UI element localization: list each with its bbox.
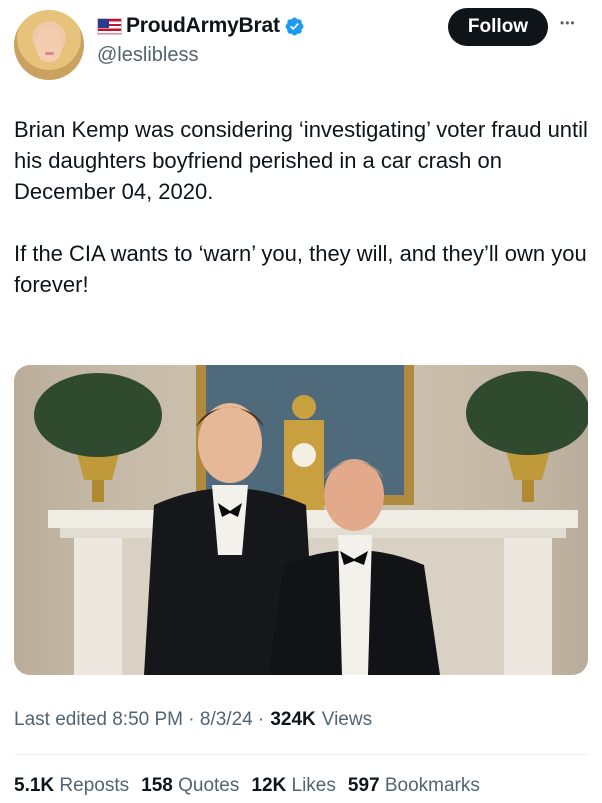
follow-button[interactable]: Follow — [448, 8, 548, 46]
reposts-label: Reposts — [59, 775, 130, 796]
bookmarks-label: Bookmarks — [384, 775, 480, 796]
bookmarks-stat[interactable]: 597 Bookmarks — [348, 775, 480, 797]
tweet-paragraph: Brian Kemp was considering ‘investigatin… — [14, 117, 588, 204]
reposts-count: 5.1K — [14, 775, 55, 796]
author-display-name[interactable]: ProudArmyBrat — [126, 14, 280, 38]
quotes-label: Quotes — [178, 775, 240, 796]
views-label: Views — [321, 709, 373, 730]
author-handle[interactable]: @leslibless — [97, 44, 198, 67]
edited-timestamp[interactable]: Last edited 8:50 PM · 8/3/24 · — [14, 709, 264, 731]
likes-count: 12K — [251, 775, 287, 796]
quotes-stat[interactable]: 158 Quotes — [141, 775, 239, 797]
quotes-count: 158 — [141, 775, 173, 796]
photo-illustration — [14, 365, 588, 675]
tweet-paragraph: If the CIA wants to ‘warn’ you, they wil… — [14, 241, 587, 297]
verified-badge-icon — [285, 17, 304, 35]
divider — [14, 754, 588, 755]
bookmarks-count: 597 — [347, 775, 380, 796]
likes-label: Likes — [291, 775, 336, 796]
tweet-photo[interactable] — [14, 365, 588, 675]
avatar-face — [36, 28, 62, 62]
author-name-row[interactable]: ProudArmyBrat — [97, 14, 305, 38]
likes-stat[interactable]: 12K Likes — [251, 775, 336, 797]
engagement-stats: 5.1K Reposts 158 Quotes 12K Likes 597 Bo… — [14, 775, 480, 797]
tweet-text: Brian Kemp was considering ‘investigatin… — [14, 114, 589, 331]
author-avatar[interactable] — [14, 10, 84, 80]
views-count: 324K — [270, 709, 316, 730]
reposts-stat[interactable]: 5.1K Reposts — [14, 775, 129, 797]
avatar-lips — [45, 52, 54, 55]
us-flag-icon — [97, 17, 122, 35]
more-options-icon[interactable]: ••• — [560, 16, 576, 30]
tweet-meta: Last edited 8:50 PM · 8/3/24 · 324K View… — [14, 709, 372, 731]
